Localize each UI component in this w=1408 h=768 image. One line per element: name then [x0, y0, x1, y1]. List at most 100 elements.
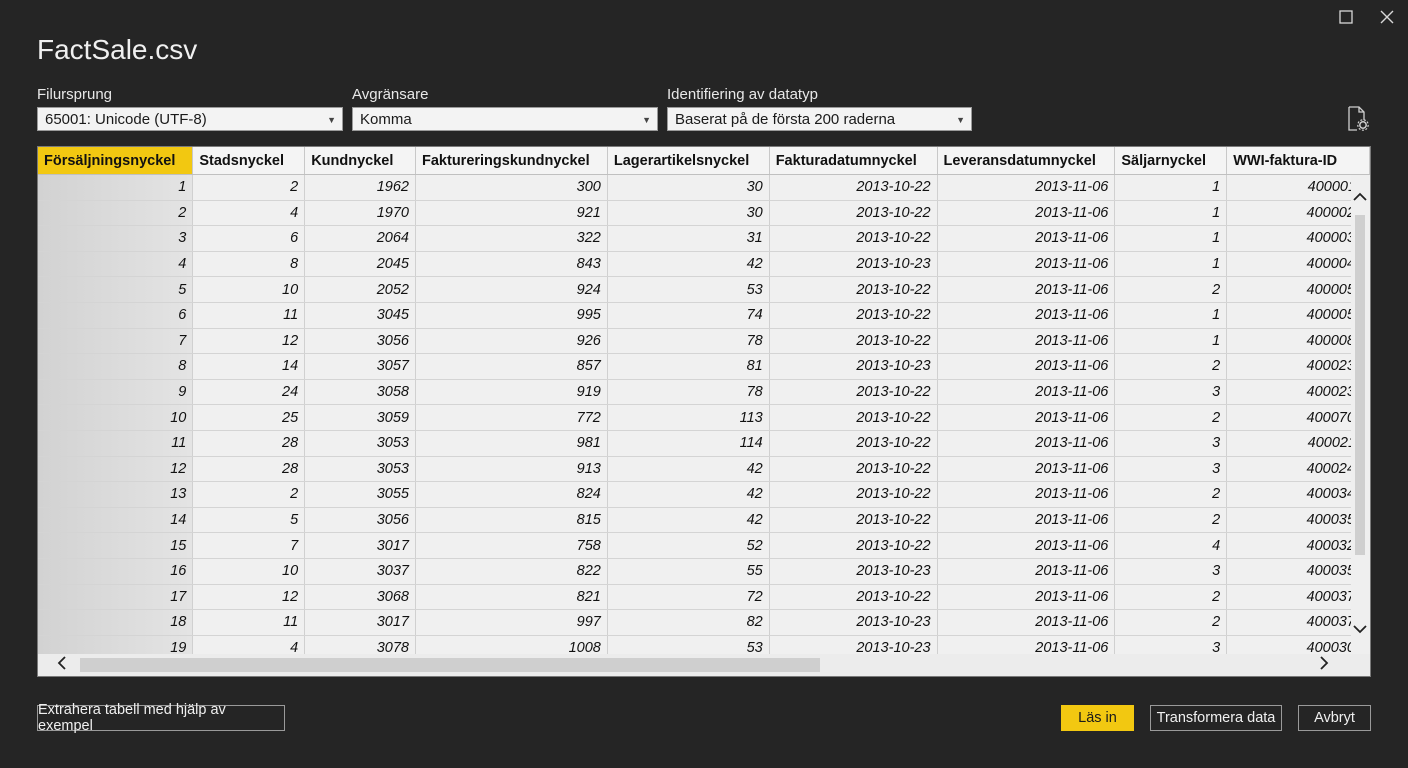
data-preview-grid[interactable]: Försäljningsnyckel Stadsnyckel Kundnyckel F…: [37, 146, 1371, 677]
table-cell: 10: [38, 404, 194, 431]
transform-data-button[interactable]: Transformera data: [1150, 705, 1282, 731]
table-cell: 2: [1114, 609, 1228, 636]
table-cell: 2013-10-22: [769, 302, 938, 329]
detect-dropdown[interactable]: Baserat på de första 200 raderna ▼: [667, 107, 972, 131]
table-cell: 3068: [304, 584, 416, 611]
cancel-button[interactable]: Avbryt: [1298, 705, 1371, 731]
column-header[interactable]: Försäljningsnyckel: [38, 147, 194, 175]
delimiter-dropdown[interactable]: Komma ▼: [352, 107, 658, 131]
maximize-icon[interactable]: [1335, 6, 1357, 28]
horizontal-scrollbar[interactable]: [38, 654, 1370, 676]
table-row: 2 4 1970 921 30 2013-10-22 2013-11-06 1 4000022: [38, 200, 1370, 227]
table-cell: 55: [607, 558, 770, 585]
table-cell: 4: [192, 200, 306, 227]
table-cell: 1: [1114, 328, 1228, 355]
table-cell: 42: [607, 481, 770, 508]
vertical-scroll-thumb[interactable]: [1355, 215, 1365, 555]
table-cell: 78: [607, 328, 770, 355]
table-cell: 2: [1114, 507, 1228, 534]
table-row: 17 12 3068 821 72 2013-10-22 2013-11-06 2 400037…: [38, 584, 1370, 611]
table-cell: 2013-10-22: [769, 481, 938, 508]
table-cell: 857: [415, 353, 608, 380]
table-cell: 6: [192, 225, 306, 252]
table-row: 6 11 3045 995 74 2013-10-22 2013-11-06 1 4000056: [38, 302, 1370, 329]
table-row: 7 12 3056 926 78 2013-10-22 2013-11-06 1 4000087: [38, 328, 1370, 355]
table-cell: 28: [192, 430, 306, 457]
table-cell: 1: [1114, 200, 1228, 227]
document-settings-icon[interactable]: [1346, 106, 1370, 132]
table-row: 9 24 3058 919 78 2013-10-22 2013-11-06 3 4000239: [38, 379, 1370, 406]
table-cell: 2: [1114, 276, 1228, 303]
table-cell: 815: [415, 507, 608, 534]
column-header[interactable]: WWI-faktura-ID: [1226, 147, 1370, 175]
table-cell: 4000022: [1226, 200, 1370, 227]
table-cell: 42: [607, 507, 770, 534]
table-cell: 2013-11-06: [937, 225, 1116, 252]
table-row: 14 5 3056 815 42 2013-10-22 2013-11-06 2 4000354: [38, 507, 1370, 534]
chevron-down-icon[interactable]: [1353, 621, 1367, 637]
table-cell: 1: [1114, 251, 1228, 278]
table-cell: 2: [38, 200, 194, 227]
table-cell: 4000211: [1226, 430, 1370, 457]
column-header[interactable]: Fakturadatumnyckel: [769, 147, 938, 175]
table-cell: 4000044: [1226, 251, 1370, 278]
table-cell: 12: [38, 456, 194, 483]
column-header[interactable]: Lagerartikelsnyckel: [607, 147, 770, 175]
horizontal-scroll-thumb[interactable]: [80, 658, 820, 672]
column-header[interactable]: Säljarnyckel: [1114, 147, 1228, 175]
table-cell: 5: [38, 276, 194, 303]
detect-label: Identifiering av datatyp: [667, 86, 818, 103]
origin-dropdown[interactable]: 65001: Unicode (UTF-8) ▼: [37, 107, 343, 131]
table-cell: 2013-11-06: [937, 456, 1116, 483]
column-header[interactable]: Faktureringskundnyckel: [415, 147, 608, 175]
table-cell: 3: [1114, 430, 1228, 457]
table-cell: 10: [192, 276, 306, 303]
table-cell: 8: [38, 353, 194, 380]
table-cell: 42: [607, 456, 770, 483]
table-cell: 74: [607, 302, 770, 329]
table-cell: 2013-11-06: [937, 379, 1116, 406]
table-row: 12 28 3053 913 42 2013-10-22 2013-11-06 3 400024…: [38, 456, 1370, 483]
table-row: 1 2 1962 300 30 2013-10-22 2013-11-06 1 4000011: [38, 174, 1370, 201]
table-cell: 10: [192, 558, 306, 585]
table-cell: 12: [192, 328, 306, 355]
table-cell: 2013-11-06: [937, 328, 1116, 355]
table-cell: 13: [38, 481, 194, 508]
table-cell: 16: [38, 558, 194, 585]
load-button[interactable]: Läs in: [1061, 705, 1134, 731]
table-cell: 2013-10-22: [769, 276, 938, 303]
table-cell: 772: [415, 404, 608, 431]
column-header[interactable]: Leveransdatumnyckel: [937, 147, 1116, 175]
table-cell: 3: [1114, 456, 1228, 483]
origin-value: 65001: Unicode (UTF-8): [45, 111, 207, 128]
table-cell: 822: [415, 558, 608, 585]
column-header[interactable]: Stadsnyckel: [192, 147, 306, 175]
table-cell: 4000242: [1226, 456, 1370, 483]
table-cell: 821: [415, 584, 608, 611]
table-cell: 913: [415, 456, 608, 483]
chevron-left-icon[interactable]: [57, 655, 67, 676]
table-cell: 921: [415, 200, 608, 227]
table-cell: 2013-11-06: [937, 430, 1116, 457]
table-row: 11 28 3053 981 114 2013-10-22 2013-11-06 3 40002…: [38, 430, 1370, 457]
table-cell: 4000343: [1226, 481, 1370, 508]
close-icon[interactable]: [1376, 6, 1398, 28]
column-header[interactable]: Kundnyckel: [304, 147, 416, 175]
vertical-scrollbar[interactable]: [1351, 175, 1370, 655]
table-cell: 824: [415, 481, 608, 508]
table-cell: 2013-10-22: [769, 225, 938, 252]
table-cell: 31: [607, 225, 770, 252]
chevron-right-icon[interactable]: [1319, 655, 1329, 676]
table-cell: 5: [192, 507, 306, 534]
table-cell: 997: [415, 609, 608, 636]
chevron-up-icon[interactable]: [1353, 189, 1367, 205]
table-row: 18 11 3017 997 82 2013-10-23 2013-11-06 2 400037…: [38, 609, 1370, 636]
table-cell: 1: [38, 174, 194, 201]
delimiter-label: Avgränsare: [352, 86, 429, 103]
table-cell: 52: [607, 532, 770, 559]
extract-table-button[interactable]: Extrahera tabell med hjälp av exempel: [37, 702, 285, 734]
table-cell: 24: [192, 379, 306, 406]
table-cell: 7: [38, 328, 194, 355]
table-cell: 2013-11-06: [937, 609, 1116, 636]
table-cell: 3017: [304, 532, 416, 559]
